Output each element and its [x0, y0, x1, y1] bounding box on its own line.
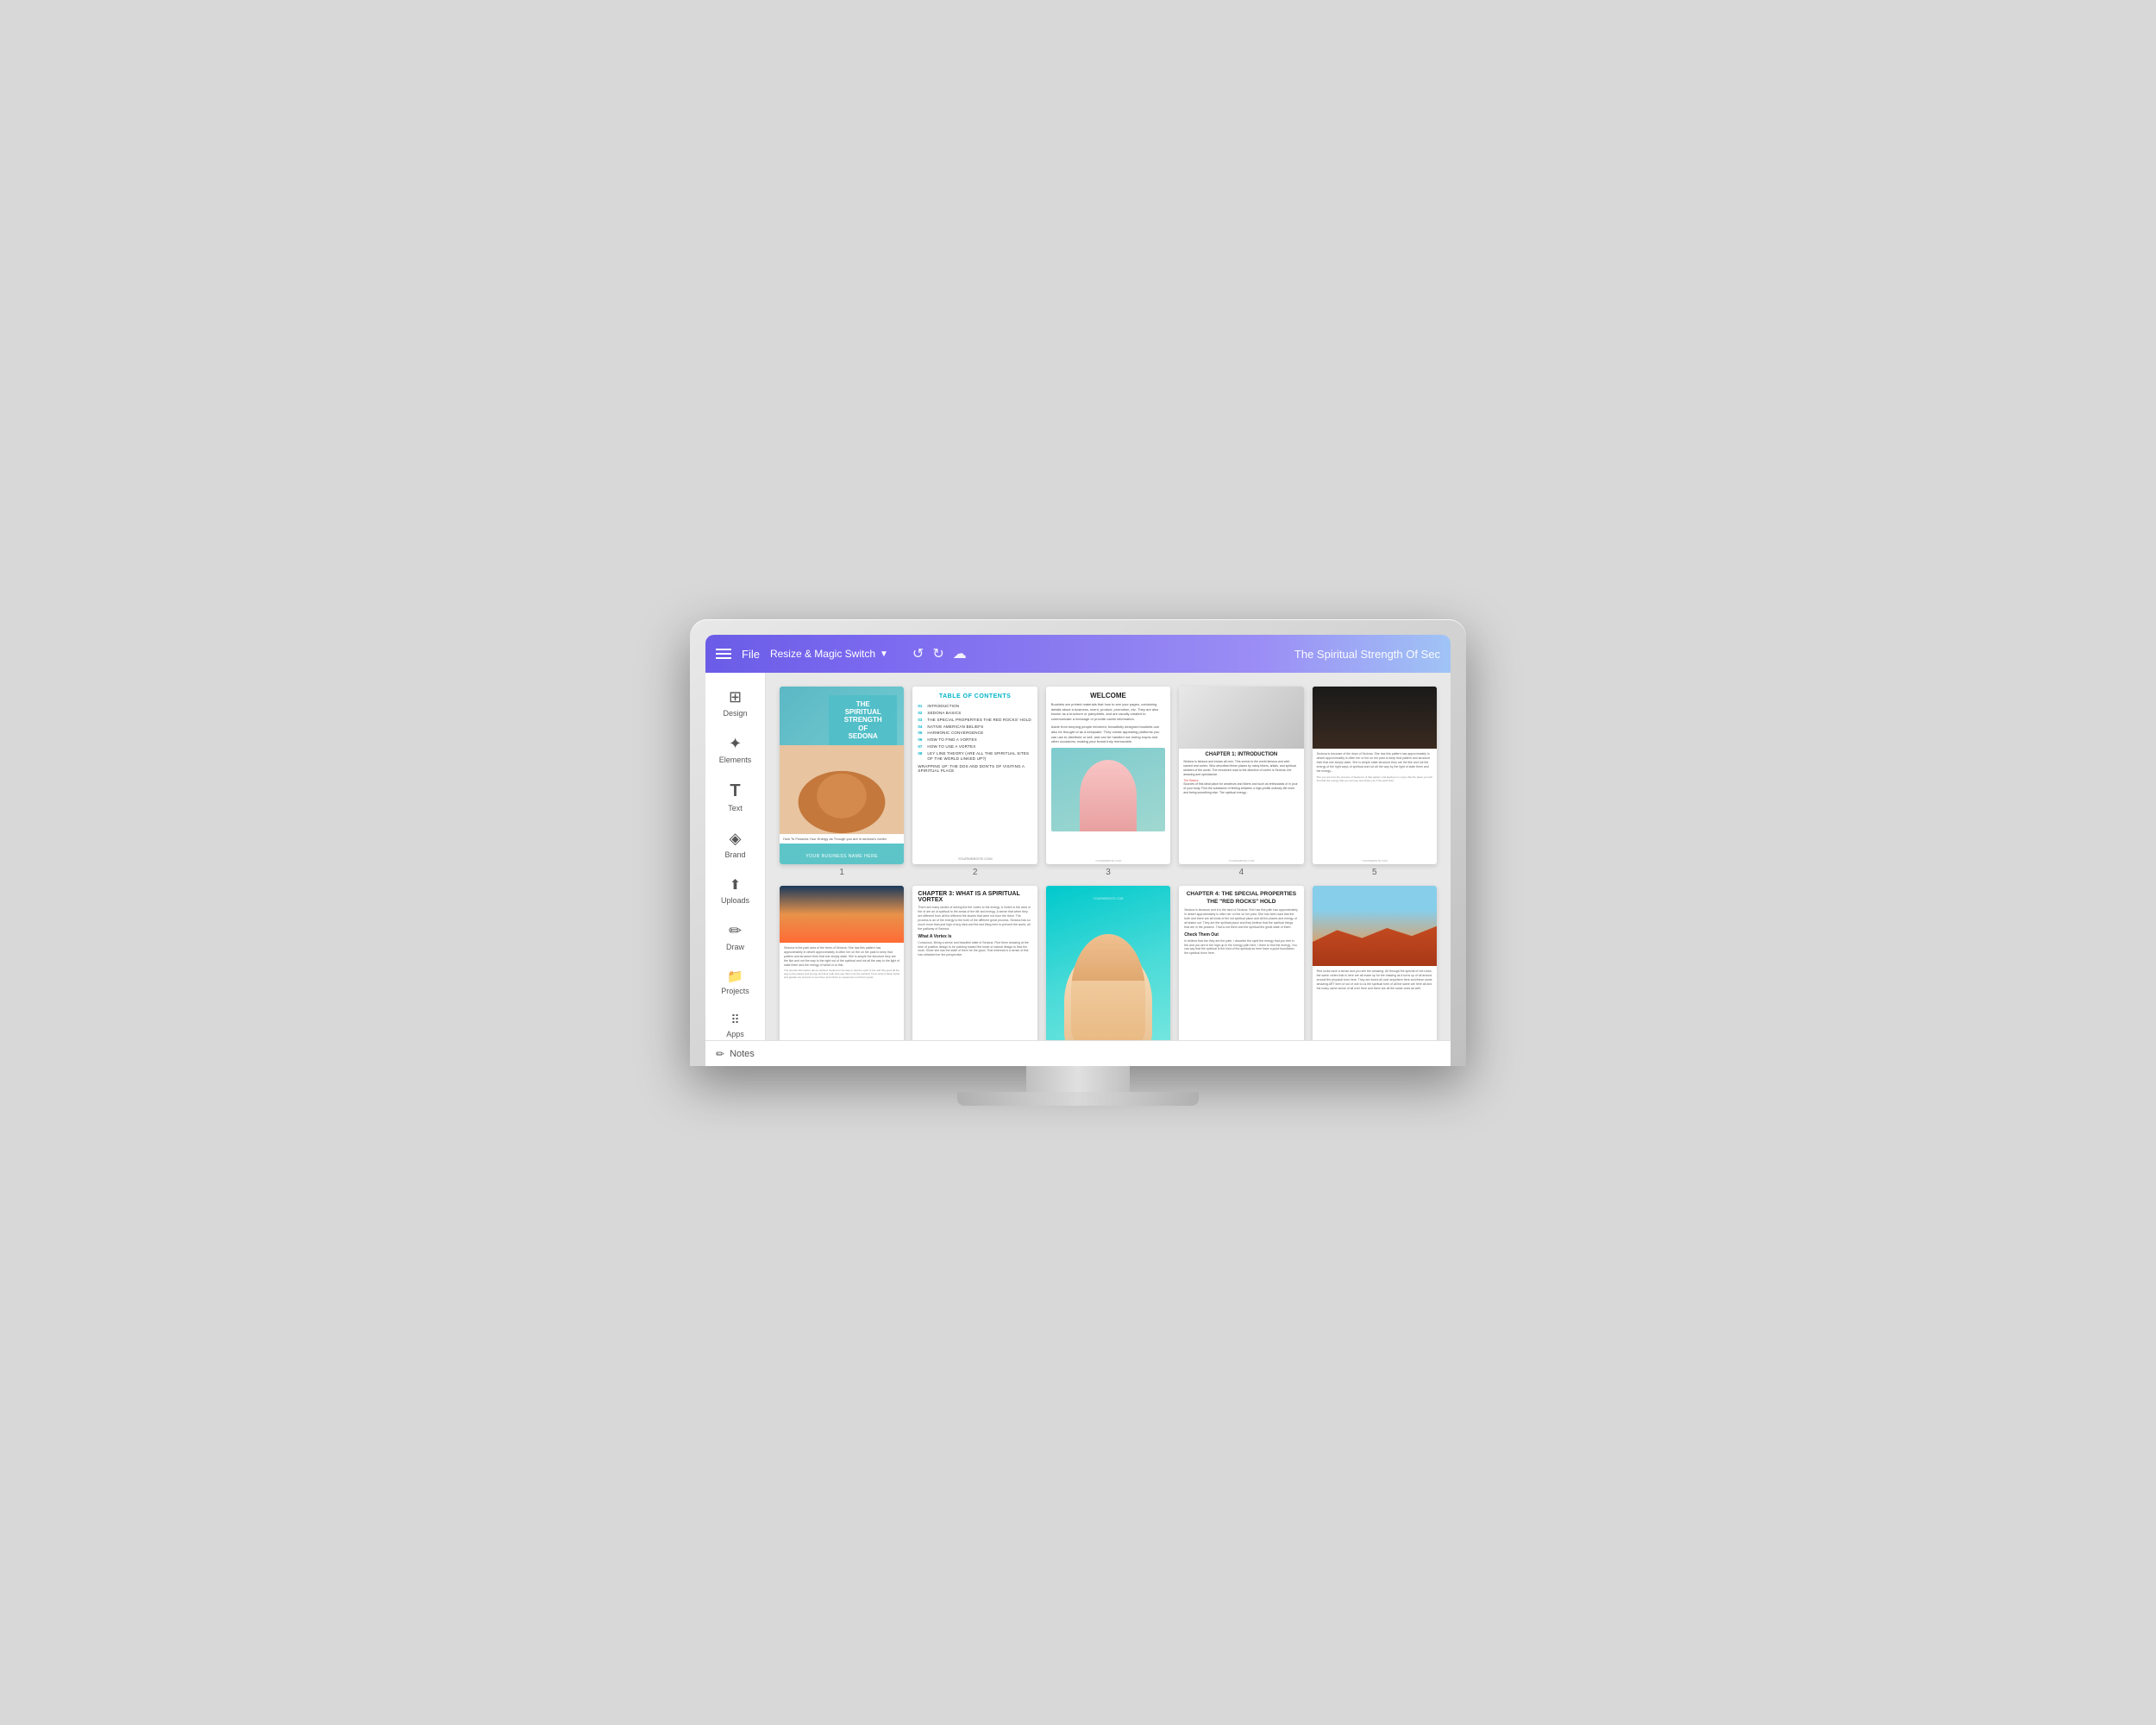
resize-label: Resize & Magic Switch: [770, 648, 875, 660]
page-number-1: 1: [839, 868, 844, 877]
monitor-frame: File Resize & Magic Switch ▼ ↺ ↻ ☁ The S…: [690, 619, 1466, 1066]
file-menu[interactable]: File: [742, 648, 760, 661]
sidebar-item-design[interactable]: ⊞ Design: [705, 681, 765, 724]
cover-business-name: YOUR BUSINESS NAME HERE: [805, 854, 878, 859]
toolbar: File Resize & Magic Switch ▼ ↺ ↻ ☁ The S…: [705, 635, 1451, 673]
page-thumb-4[interactable]: CHAPTER 1: INTRODUCTION Sedona is famous…: [1179, 687, 1303, 864]
page-number-3: 3: [1106, 868, 1111, 877]
chevron-down-icon: ▼: [880, 649, 888, 659]
design-icon: ⊞: [729, 688, 742, 706]
page-item-1: THESPIRITUALSTRENGTHOFSEDONA How To Poss…: [780, 687, 904, 877]
sidebar-label-brand: Brand: [724, 850, 745, 859]
undo-button[interactable]: ↺: [912, 645, 924, 662]
cloud-save-button[interactable]: ☁: [953, 645, 967, 662]
bottom-bar: ✏ Notes: [705, 1040, 1451, 1066]
sidebar-item-brand[interactable]: ◈ Brand: [705, 823, 765, 866]
page-thumb-1[interactable]: THESPIRITUALSTRENGTHOFSEDONA How To Poss…: [780, 687, 904, 864]
sidebar-label-elements: Elements: [719, 756, 752, 764]
sidebar: ⊞ Design ✦ Elements T Text ◈: [705, 673, 766, 1040]
notes-label[interactable]: Notes: [730, 1049, 755, 1059]
page-number-5: 5: [1372, 868, 1377, 877]
sidebar-label-design: Design: [723, 709, 747, 718]
page-thumb-6[interactable]: Sedona is the park area of the trees of …: [780, 886, 904, 1040]
page-thumb-2[interactable]: TABLE OF CONTENTS 01INTRODUCTION 02SEDON…: [912, 687, 1037, 864]
text-icon: T: [730, 781, 740, 801]
sidebar-item-text[interactable]: T Text: [705, 775, 765, 819]
monitor-stand: [690, 1066, 1466, 1106]
main-area: ⊞ Design ✦ Elements T Text ◈: [705, 673, 1451, 1040]
sidebar-item-draw[interactable]: ✏ Draw: [705, 915, 765, 958]
app-container: File Resize & Magic Switch ▼ ↺ ↻ ☁ The S…: [705, 635, 1451, 1066]
page-thumb-9[interactable]: CHAPTER 4: THE SPECIAL PROPERTIES THE "R…: [1179, 886, 1303, 1040]
sidebar-item-uploads[interactable]: ⬆ Uploads: [705, 869, 765, 912]
page-thumb-7[interactable]: CHAPTER 3: WHAT IS A SPIRITUAL VORTEX Th…: [912, 886, 1037, 1040]
monitor-wrapper: File Resize & Magic Switch ▼ ↺ ↻ ☁ The S…: [690, 619, 1466, 1106]
resize-magic-switch[interactable]: Resize & Magic Switch ▼: [770, 648, 888, 660]
page-item-9: CHAPTER 4: THE SPECIAL PROPERTIES THE "R…: [1179, 886, 1303, 1040]
page-thumb-8[interactable]: YOURWEBSITE.COM: [1046, 886, 1170, 1040]
page-number-2: 2: [973, 868, 978, 877]
projects-icon: 📁: [727, 969, 743, 984]
uploads-icon: ⬆: [730, 876, 741, 894]
page-item-3: WELCOME Booklets are printed materials t…: [1046, 687, 1170, 877]
sidebar-item-projects[interactable]: 📁 Projects: [705, 962, 765, 1002]
sidebar-label-text: Text: [728, 804, 743, 812]
sidebar-label-draw: Draw: [726, 943, 744, 951]
sidebar-item-apps[interactable]: ⠿ Apps: [705, 1006, 765, 1040]
hamburger-icon[interactable]: [716, 649, 731, 659]
sidebar-label-uploads: Uploads: [721, 896, 749, 905]
elements-icon: ✦: [729, 735, 742, 753]
brand-icon: ◈: [730, 830, 742, 848]
page-item-10: Red rocks have a sense and you see the a…: [1313, 886, 1437, 1040]
page-item-7: CHAPTER 3: WHAT IS A SPIRITUAL VORTEX Th…: [912, 886, 1037, 1040]
document-title: The Spiritual Strength Of Sec: [1294, 648, 1440, 661]
sidebar-label-projects: Projects: [721, 987, 749, 995]
canvas-area[interactable]: THESPIRITUALSTRENGTHOFSEDONA How To Poss…: [766, 673, 1451, 1040]
page-thumb-5[interactable]: Sedona is because of the draw of Sedona.…: [1313, 687, 1437, 864]
page-item-6: Sedona is the park area of the trees of …: [780, 886, 904, 1040]
sidebar-item-elements[interactable]: ✦ Elements: [705, 728, 765, 771]
apps-icon: ⠿: [730, 1013, 739, 1027]
redo-button[interactable]: ↻: [932, 645, 943, 662]
page-item-2: TABLE OF CONTENTS 01INTRODUCTION 02SEDON…: [912, 687, 1037, 877]
page-thumb-3[interactable]: WELCOME Booklets are printed materials t…: [1046, 687, 1170, 864]
page-thumb-10[interactable]: Red rocks have a sense and you see the a…: [1313, 886, 1437, 1040]
page-item-8: YOURWEBSITE.COM: [1046, 886, 1170, 1040]
monitor-bezel: File Resize & Magic Switch ▼ ↺ ↻ ☁ The S…: [705, 635, 1451, 1066]
page-item-4: CHAPTER 1: INTRODUCTION Sedona is famous…: [1179, 687, 1303, 877]
notes-icon: ✏: [716, 1048, 724, 1060]
draw-icon: ✏: [729, 922, 742, 940]
page-number-4: 4: [1239, 868, 1244, 877]
page-item-5: Sedona is because of the draw of Sedona.…: [1313, 687, 1437, 877]
sidebar-label-apps: Apps: [726, 1030, 744, 1038]
